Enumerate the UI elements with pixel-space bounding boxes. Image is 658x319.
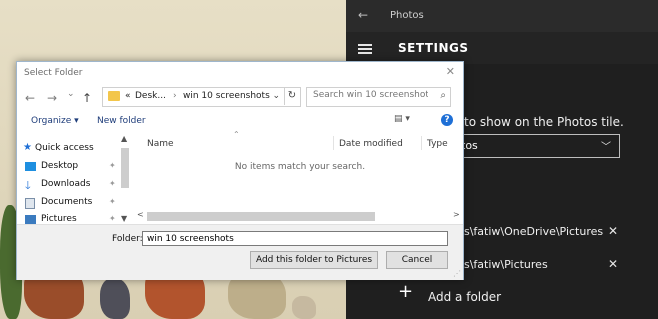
breadcrumb-prefix[interactable]: « <box>125 91 131 101</box>
wallpaper-figure <box>292 296 316 319</box>
recent-locations-icon[interactable]: ⌄ <box>67 89 75 99</box>
folder-icon <box>108 91 120 101</box>
folder-name-input[interactable] <box>142 231 448 246</box>
source-folder-path: s\fatiw\OneDrive\Pictures <box>464 225 604 238</box>
photos-titlebar: ← Photos <box>346 0 658 32</box>
address-bar[interactable]: « Desk... › win 10 screenshots ⌄ <box>102 87 301 107</box>
pin-icon: ✦ <box>109 197 116 206</box>
refresh-icon[interactable]: ↻ <box>284 87 299 105</box>
scrollbar-thumb[interactable] <box>147 212 375 221</box>
app-title: Photos <box>390 10 424 21</box>
dialog-footer: Folder: Add this folder to Pictures Canc… <box>17 224 463 280</box>
new-folder-button[interactable]: New folder <box>97 116 146 126</box>
folder-label: Folder: <box>112 234 143 244</box>
nav-item-label: Downloads <box>41 179 91 189</box>
close-icon[interactable]: ✕ <box>446 65 455 78</box>
scroll-right-icon[interactable]: > <box>453 210 460 219</box>
tile-setting-description: to show on the Photos tile. <box>464 115 624 129</box>
back-arrow-icon[interactable]: ← <box>358 8 368 22</box>
nav-pane-scrollbar[interactable]: ▲ ▼ <box>119 134 131 226</box>
nav-item-label: Documents <box>41 197 93 207</box>
breadcrumb-current[interactable]: win 10 screenshots <box>183 91 270 101</box>
sort-indicator-icon: ⌃ <box>233 130 240 139</box>
remove-folder-icon[interactable]: ✕ <box>608 224 618 238</box>
add-folder-to-pictures-button[interactable]: Add this folder to Pictures <box>250 251 378 269</box>
settings-title: SETTINGS <box>398 41 469 55</box>
hamburger-menu-icon[interactable] <box>358 42 372 56</box>
pin-icon: ✦ <box>109 179 116 188</box>
chevron-down-icon: ﹀ <box>601 142 611 153</box>
settings-header: SETTINGS <box>346 32 658 64</box>
star-icon: ★ <box>23 142 32 153</box>
search-input[interactable] <box>313 90 428 100</box>
wallpaper-figure <box>100 278 130 319</box>
search-box[interactable]: ⌕ <box>306 87 451 107</box>
nav-item-label: Quick access <box>35 143 94 153</box>
organize-button[interactable]: Organize ▾ <box>31 116 79 126</box>
address-dropdown-icon[interactable]: ⌄ <box>272 91 280 101</box>
file-list-scrollbar[interactable]: < > <box>135 210 461 222</box>
scroll-down-icon[interactable]: ▼ <box>121 214 127 223</box>
column-date-modified[interactable]: Date modified <box>339 139 403 149</box>
nav-item-label: Desktop <box>41 161 79 171</box>
view-options-icon[interactable]: ▤ ▾ <box>394 114 410 124</box>
scroll-up-icon[interactable]: ▲ <box>121 134 127 143</box>
column-divider[interactable] <box>333 136 334 150</box>
download-icon: 🡓 <box>25 179 31 192</box>
remove-folder-icon[interactable]: ✕ <box>608 257 618 271</box>
pin-icon: ✦ <box>109 214 116 223</box>
up-folder-icon[interactable]: ↑ <box>82 91 92 105</box>
search-icon: ⌕ <box>440 90 446 101</box>
column-divider[interactable] <box>421 136 422 150</box>
scrollbar-thumb[interactable] <box>121 148 129 188</box>
nav-item-label: Pictures <box>41 214 77 224</box>
column-name[interactable]: Name <box>147 139 174 149</box>
source-folder-path: s\fatiw\Pictures <box>464 258 548 271</box>
navigation-pane: ★ Quick access Desktop ✦ 🡓 Downloads ✦ D… <box>17 134 133 226</box>
plus-icon: + <box>398 281 414 302</box>
tile-source-dropdown[interactable]: tos ﹀ <box>450 134 620 158</box>
column-headers: ⌃ Name Date modified Type <box>137 130 463 152</box>
breadcrumb-desktop[interactable]: Desk... <box>135 91 166 101</box>
empty-results-message: No items match your search. <box>234 162 366 172</box>
select-folder-dialog: Select Folder ✕ ← → ⌄ ↑ « Desk... › win … <box>16 61 464 280</box>
column-type[interactable]: Type <box>427 139 448 149</box>
resize-grip-icon[interactable]: ⋰ <box>453 269 461 278</box>
add-folder-label: Add a folder <box>428 290 502 304</box>
pictures-icon <box>25 215 36 224</box>
back-icon[interactable]: ← <box>25 91 35 105</box>
desktop-icon <box>25 162 36 171</box>
pin-icon: ✦ <box>109 161 116 170</box>
scroll-left-icon[interactable]: < <box>137 210 144 219</box>
documents-icon <box>25 198 35 209</box>
help-icon[interactable]: ? <box>441 114 453 126</box>
breadcrumb-separator: › <box>173 91 177 101</box>
forward-icon[interactable]: → <box>47 91 57 105</box>
dialog-title: Select Folder <box>24 68 83 78</box>
cancel-button[interactable]: Cancel <box>386 251 448 269</box>
